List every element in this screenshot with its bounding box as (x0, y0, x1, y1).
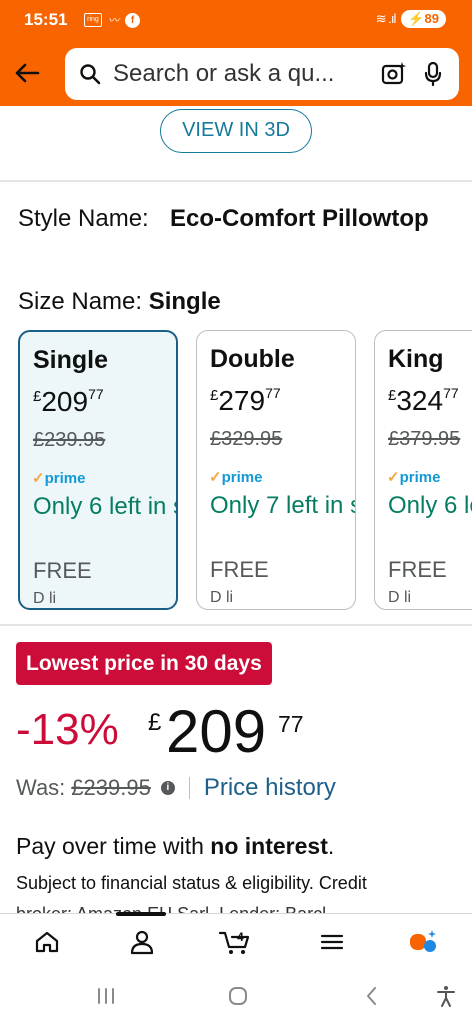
size-option-double[interactable]: Double £27977 £329.95 ✓prime Only 7 left… (196, 330, 356, 610)
divider (0, 180, 472, 182)
bottom-nav: 4 (0, 912, 472, 969)
size-option-price: £32477 (388, 385, 459, 416)
price-currency: £ (148, 709, 162, 736)
delivery-label: FREE (33, 558, 92, 583)
prime-badge: ✓prime (32, 470, 86, 487)
stock-status: Only 6 left in stock. (33, 493, 176, 520)
delivery-more: D li (210, 589, 234, 606)
wifi-signal-icon: ≋ .ıl (375, 11, 397, 26)
size-option-king[interactable]: King £32477 £379.95 ✓prime Only 6 left i… (374, 330, 472, 610)
back-button-icon[interactable] (360, 984, 384, 1008)
delivery-more: D li (388, 589, 412, 606)
was-label: Was: (16, 775, 66, 800)
style-name-label: Style Name: (18, 205, 149, 232)
info-icon[interactable]: i (160, 781, 175, 795)
rufus-icon[interactable] (408, 928, 440, 956)
recent-apps-icon[interactable] (94, 984, 118, 1008)
cart-count: 4 (237, 930, 244, 944)
menu-icon[interactable] (318, 928, 346, 956)
active-tab-indicator (116, 912, 166, 916)
facebook-icon: f (125, 12, 140, 28)
price-history-link[interactable]: Price history (204, 774, 336, 802)
style-name-value: Eco-Comfort Pillowtop (170, 205, 429, 232)
price-cents: 77 (278, 711, 304, 737)
size-option-price: £20977 (33, 386, 104, 417)
accessibility-icon[interactable] (434, 984, 458, 1008)
was-price: £239.95 (71, 775, 151, 800)
status-time: 15:51 (24, 10, 68, 29)
status-bar: 15:51 ring 〰 f ≋ .ıl ⚡89 (0, 0, 472, 40)
notification-icons: ring 〰 f (84, 12, 140, 28)
pay-over-time-subtitle: Subject to financial status & eligibilit… (16, 873, 367, 893)
wave-app-icon: 〰 (108, 15, 119, 27)
account-icon[interactable] (128, 928, 156, 956)
stock-status: Only 7 left in stock. (210, 492, 355, 519)
battery-indicator: ⚡89 (401, 10, 446, 28)
pay-over-time-title: Pay over time with no interest. (16, 833, 335, 859)
size-option-name: King (388, 345, 444, 373)
back-arrow-icon[interactable] (12, 58, 42, 88)
ring-app-icon: ring (84, 13, 102, 27)
size-option-was-price: £239.95 (33, 429, 106, 451)
delivery-label: FREE (210, 557, 269, 582)
battery-level: 89 (424, 11, 439, 26)
cart-icon[interactable]: 4 (218, 928, 252, 956)
size-options: Single £20977 £239.95 ✓prime Only 6 left… (0, 330, 472, 611)
top-bar: 15:51 ring 〰 f ≋ .ıl ⚡89 Search or ask a… (0, 0, 472, 106)
size-name-label: Size Name: (18, 288, 143, 315)
delivery-label: FREE (388, 557, 447, 582)
price-main: 209 (166, 698, 267, 765)
delivery-more: D li (33, 590, 57, 607)
was-price-row: Was: £239.95 i Price history (16, 774, 336, 802)
size-option-name: Single (33, 346, 109, 374)
home-icon[interactable] (33, 928, 61, 956)
search-bar[interactable]: Search or ask a qu... (65, 48, 459, 100)
camera-search-icon[interactable] (381, 61, 407, 87)
home-button-icon[interactable] (226, 984, 250, 1008)
size-name-row: Size Name: Single (18, 288, 221, 316)
size-option-was-price: £379.95 (388, 428, 461, 450)
size-option-name: Double (210, 345, 295, 373)
size-option-price: £27977 (210, 385, 281, 416)
system-status: ≋ .ıl ⚡89 (376, 10, 446, 28)
size-name-value: Single (148, 288, 221, 315)
divider (0, 624, 472, 626)
stock-status: Only 6 left in stock. (388, 492, 472, 519)
microphone-icon[interactable] (423, 61, 443, 87)
deal-badge: Lowest price in 30 days (16, 642, 272, 685)
discount-percent: -13% (16, 705, 119, 754)
separator (188, 777, 190, 799)
system-nav-bar (0, 970, 472, 1024)
search-icon (80, 64, 101, 85)
size-option-single[interactable]: Single £20977 £239.95 ✓prime Only 6 left… (18, 330, 178, 610)
prime-badge: ✓prime (387, 469, 441, 486)
view-in-3d-button[interactable]: VIEW IN 3D (160, 109, 312, 153)
search-input[interactable]: Search or ask a qu... (113, 60, 334, 88)
prime-badge: ✓prime (209, 469, 263, 486)
size-option-was-price: £329.95 (210, 428, 283, 450)
